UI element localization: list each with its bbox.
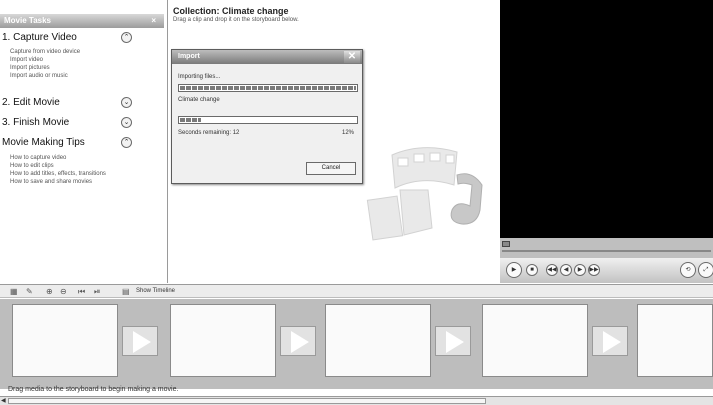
- storyboard-frame[interactable]: [482, 304, 588, 377]
- timeline-icon[interactable]: ▤: [122, 287, 130, 297]
- cancel-button[interactable]: Cancel: [306, 162, 356, 175]
- preview-screen: [500, 0, 713, 238]
- preview-monitor: ▶ ■ ◀◀ ◀ ▶ ▶▶ ⟲ ⤢: [500, 0, 713, 283]
- show-timeline-link[interactable]: Show Timeline: [136, 288, 175, 294]
- transition-slot[interactable]: [280, 326, 316, 356]
- filmstrip-music-icon: [366, 147, 483, 241]
- stop-icon[interactable]: ■: [526, 264, 538, 276]
- import-dialog-titlebar[interactable]: Import ✕: [172, 50, 362, 64]
- rewind-icon[interactable]: ◀◀: [546, 264, 558, 276]
- rewind-storyboard-icon[interactable]: ⏮: [78, 287, 85, 297]
- play-arrow-icon: [291, 331, 309, 353]
- storyboard-toolbar: ▦ ✎ ⊕ ⊖ ⏮ ⏯ ▤ Show Timeline: [0, 284, 713, 298]
- previous-frame-icon[interactable]: ◀: [560, 264, 572, 276]
- zoom-in-icon[interactable]: ⊕: [46, 287, 53, 297]
- link-tip-save-share[interactable]: How to save and share movies: [10, 179, 92, 186]
- link-import-video[interactable]: Import video: [10, 57, 43, 64]
- seek-thumb[interactable]: [502, 241, 510, 247]
- storyboard-status-text: Drag media to the storyboard to begin ma…: [8, 386, 179, 393]
- section-movie-making-tips[interactable]: Movie Making Tips ⌃: [2, 136, 162, 150]
- scrollbar-thumb[interactable]: [8, 398, 486, 404]
- zoom-out-icon[interactable]: ⊖: [60, 287, 67, 297]
- link-import-pictures[interactable]: Import pictures: [10, 65, 50, 72]
- collection-subtitle: Drag a clip and drop it on the storyboar…: [173, 17, 299, 23]
- import-dialog-title: Import: [178, 53, 200, 60]
- link-tip-capture-video[interactable]: How to capture video: [10, 155, 66, 162]
- import-file-name: Climate change: [178, 97, 220, 103]
- collection-pane[interactable]: Collection: Climate change Drag a clip a…: [169, 0, 499, 283]
- chevron-down-icon[interactable]: ⌄: [121, 117, 132, 128]
- storyboard-view-icon[interactable]: ▦: [10, 287, 18, 297]
- total-progress-fill: [180, 118, 202, 122]
- storyboard-frame[interactable]: [637, 304, 713, 377]
- total-progress-bar: [178, 116, 358, 124]
- horizontal-scrollbar[interactable]: ◀: [0, 396, 713, 405]
- storyboard-frame[interactable]: [170, 304, 276, 377]
- storyboard-frame[interactable]: [12, 304, 118, 377]
- link-tip-titles-effects[interactable]: How to add titles, effects, transitions: [10, 171, 106, 178]
- movie-tasks-pane: Movie Tasks × 1. Capture Video ⌃ Capture…: [0, 0, 168, 283]
- link-import-audio[interactable]: Import audio or music: [10, 73, 68, 80]
- transition-slot[interactable]: [592, 326, 628, 356]
- section-capture-video[interactable]: 1. Capture Video ⌃: [2, 31, 162, 45]
- playback-controls: ▶ ■ ◀◀ ◀ ▶ ▶▶ ⟲ ⤢: [500, 258, 713, 283]
- movie-tasks-title: Movie Tasks: [4, 16, 51, 25]
- chevron-down-icon[interactable]: ⌄: [121, 97, 132, 108]
- file-progress-fill: [180, 86, 356, 90]
- link-tip-edit-clips[interactable]: How to edit clips: [10, 163, 54, 170]
- seek-bar[interactable]: [500, 238, 713, 258]
- file-progress-bar: [178, 84, 358, 92]
- import-dialog: Import ✕ Importing files... Climate chan…: [171, 49, 363, 184]
- next-frame-icon[interactable]: ▶: [574, 264, 586, 276]
- link-capture-from-device[interactable]: Capture from video device: [10, 49, 80, 56]
- import-status-text: Importing files...: [178, 74, 221, 80]
- section-capture-video-title[interactable]: 1. Capture Video: [2, 32, 77, 43]
- chevron-up-icon[interactable]: ⌃: [121, 137, 132, 148]
- narrate-icon[interactable]: ✎: [26, 287, 33, 297]
- play-storyboard-icon[interactable]: ⏯: [94, 287, 100, 297]
- close-icon[interactable]: ×: [151, 14, 156, 28]
- seconds-remaining-text: Seconds remaining: 12: [178, 130, 240, 136]
- section-finish-movie-title[interactable]: 3. Finish Movie: [2, 117, 69, 128]
- fast-forward-icon[interactable]: ▶▶: [588, 264, 600, 276]
- split-clip-icon[interactable]: ⟲: [680, 262, 696, 278]
- scroll-left-icon[interactable]: ◀: [1, 397, 6, 404]
- collection-title: Collection: Climate change: [173, 6, 289, 16]
- storyboard-frame[interactable]: [325, 304, 431, 377]
- close-icon[interactable]: ✕: [344, 51, 360, 63]
- storyboard[interactable]: Drag media to the storyboard to begin ma…: [0, 299, 713, 393]
- play-icon[interactable]: ▶: [506, 262, 522, 278]
- play-arrow-icon: [603, 331, 621, 353]
- transition-slot[interactable]: [435, 326, 471, 356]
- section-movie-making-tips-title[interactable]: Movie Making Tips: [2, 137, 85, 148]
- percent-text: 12%: [341, 130, 354, 136]
- movie-tasks-header: Movie Tasks ×: [0, 14, 164, 28]
- play-arrow-icon: [446, 331, 464, 353]
- chevron-up-icon[interactable]: ⌃: [121, 32, 132, 43]
- section-finish-movie[interactable]: 3. Finish Movie ⌄: [2, 116, 162, 130]
- fullscreen-icon[interactable]: ⤢: [698, 262, 713, 278]
- section-edit-movie[interactable]: 2. Edit Movie ⌄: [2, 96, 162, 110]
- seek-track[interactable]: [502, 250, 711, 252]
- section-edit-movie-title[interactable]: 2. Edit Movie: [2, 97, 60, 108]
- play-arrow-icon: [133, 331, 151, 353]
- transition-slot[interactable]: [122, 326, 158, 356]
